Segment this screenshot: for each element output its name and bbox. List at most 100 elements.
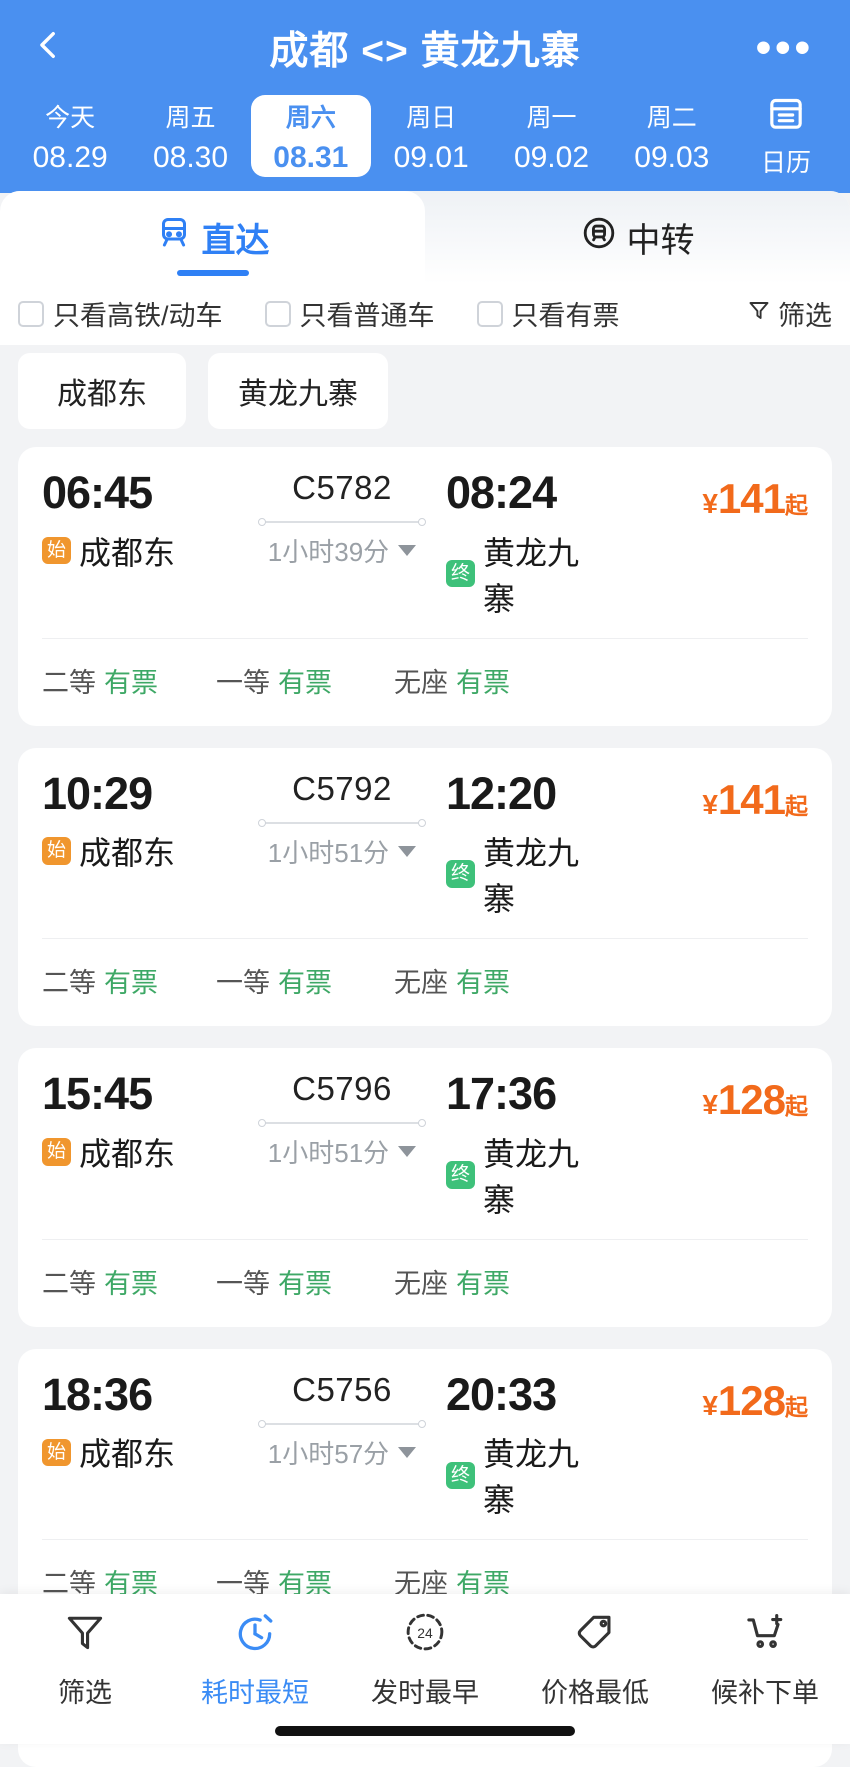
train-card[interactable]: 10:29 始 成都东 C5792 1小时51分 12:20 终 黄龙九寨 bbox=[18, 748, 832, 1027]
filter-button-label: 筛选 bbox=[778, 294, 832, 333]
date-item-0[interactable]: 今天 08.29 bbox=[10, 95, 130, 177]
date-number: 08.31 bbox=[273, 141, 348, 175]
seat-type: 二等 bbox=[42, 668, 96, 698]
seat-status: 有票 bbox=[456, 968, 510, 998]
seat-second-class[interactable]: 二等有票 bbox=[42, 661, 216, 700]
checkbox-box[interactable] bbox=[265, 301, 291, 327]
duration-label: 1小时39分 bbox=[268, 532, 389, 569]
date-item-3[interactable]: 周日 09.01 bbox=[371, 95, 491, 177]
tab-transfer[interactable]: 中转 bbox=[425, 191, 850, 284]
bottom-item-lowest-price[interactable]: 价格最低 bbox=[510, 1610, 680, 1710]
seat-second-class[interactable]: 二等有票 bbox=[42, 961, 216, 1000]
seat-standing[interactable]: 无座有票 bbox=[394, 1262, 510, 1301]
duration-toggle[interactable]: 1小时51分 bbox=[268, 1133, 416, 1170]
departure-time: 06:45 bbox=[42, 469, 238, 518]
price-tag-icon bbox=[573, 1610, 617, 1661]
back-button[interactable] bbox=[14, 13, 84, 83]
seat-status: 有票 bbox=[278, 1269, 332, 1299]
train-card[interactable]: 18:36 始 成都东 C5756 1小时57分 20:33 终 黄龙九寨 bbox=[18, 1349, 832, 1628]
train-card-summary: 15:45 始 成都东 C5796 1小时51分 17:36 终 黄龙九寨 bbox=[42, 1070, 808, 1221]
arrival-station-line: 终 黄龙九寨 bbox=[446, 828, 608, 920]
arrival-time: 17:36 bbox=[446, 1070, 608, 1119]
date-item-2-selected[interactable]: 周六 08.31 bbox=[251, 95, 371, 177]
chevron-down-icon bbox=[398, 846, 416, 857]
price-amount: 141 bbox=[718, 776, 785, 823]
bottom-item-earliest-departure[interactable]: 24 发时最早 bbox=[340, 1610, 510, 1710]
bottom-item-label: 发时最早 bbox=[371, 1671, 479, 1710]
station-chip-departure[interactable]: 成都东 bbox=[18, 353, 186, 429]
checkbox-box[interactable] bbox=[18, 301, 44, 327]
bottom-item-filter[interactable]: 筛选 bbox=[0, 1610, 170, 1710]
train-card[interactable]: 06:45 始 成都东 C5782 1小时39分 08:24 终 黄龙九寨 bbox=[18, 447, 832, 726]
train-number: C5792 bbox=[292, 770, 392, 808]
arrival-station-line: 终 黄龙九寨 bbox=[446, 1429, 608, 1521]
price-block: ¥141起 bbox=[608, 770, 808, 824]
bottom-item-shortest-duration[interactable]: 耗时最短 bbox=[170, 1610, 340, 1710]
departure-station-line: 始 成都东 bbox=[42, 828, 238, 874]
arrival-station: 黄龙九寨 bbox=[483, 828, 608, 920]
seat-first-class[interactable]: 一等有票 bbox=[216, 661, 394, 700]
seat-type: 二等 bbox=[42, 1269, 96, 1299]
departure-station-line: 始 成都东 bbox=[42, 1129, 238, 1175]
departure-station-line: 始 成都东 bbox=[42, 1429, 238, 1475]
seat-first-class[interactable]: 一等有票 bbox=[216, 1262, 394, 1301]
train-card[interactable]: 15:45 始 成都东 C5796 1小时51分 17:36 终 黄龙九寨 bbox=[18, 1048, 832, 1327]
date-weekday: 周六 bbox=[286, 98, 336, 134]
seat-standing[interactable]: 无座有票 bbox=[394, 661, 510, 700]
station-chip-row: 成都东 黄龙九寨 bbox=[0, 345, 850, 447]
bottom-item-waitlist-order[interactable]: 候补下单 bbox=[680, 1610, 850, 1710]
train-card-summary: 10:29 始 成都东 C5792 1小时51分 12:20 终 黄龙九寨 bbox=[42, 770, 808, 921]
seat-status: 有票 bbox=[104, 1269, 158, 1299]
tab-direct[interactable]: 直达 bbox=[0, 191, 425, 284]
date-weekday: 今天 bbox=[45, 98, 95, 134]
calendar-button[interactable]: 日历 bbox=[732, 95, 840, 177]
seat-second-class[interactable]: 二等有票 bbox=[42, 1262, 216, 1301]
bottom-item-label: 耗时最短 bbox=[201, 1671, 309, 1710]
arrival-block: 12:20 终 黄龙九寨 bbox=[446, 770, 608, 921]
station-chip-arrival[interactable]: 黄龙九寨 bbox=[208, 353, 388, 429]
train-number: C5756 bbox=[292, 1371, 392, 1409]
filter-button[interactable]: 筛选 bbox=[747, 294, 832, 333]
departure-block: 10:29 始 成都东 bbox=[42, 770, 238, 875]
arrival-station: 黄龙九寨 bbox=[483, 1129, 608, 1221]
filter-checkbox-row: 只看高铁/动车 只看普通车 只看有票 筛选 bbox=[0, 284, 850, 345]
date-item-1[interactable]: 周五 08.30 bbox=[130, 95, 250, 177]
seat-first-class[interactable]: 一等有票 bbox=[216, 961, 394, 1000]
start-badge: 始 bbox=[42, 837, 71, 865]
train-middle-block: C5796 1小时51分 bbox=[238, 1070, 446, 1170]
seat-standing[interactable]: 无座有票 bbox=[394, 961, 510, 1000]
train-middle-block: C5782 1小时39分 bbox=[238, 469, 446, 569]
content-panel: 直达 中转 只看高铁/动车 只看普通车 只 bbox=[0, 191, 850, 345]
duration-bar bbox=[258, 1117, 426, 1129]
train-middle-block: C5756 1小时57分 bbox=[238, 1371, 446, 1471]
checkbox-has-tickets-only[interactable]: 只看有票 bbox=[477, 294, 620, 333]
checkbox-normal-train-only[interactable]: 只看普通车 bbox=[265, 294, 435, 333]
nav-bar: 成都 <> 黄龙九寨 ••• bbox=[0, 0, 850, 95]
calendar-icon bbox=[766, 93, 806, 143]
duration-toggle[interactable]: 1小时39分 bbox=[268, 532, 416, 569]
price-block: ¥141起 bbox=[608, 469, 808, 523]
more-options-button[interactable]: ••• bbox=[756, 38, 814, 58]
seat-status: 有票 bbox=[456, 1269, 510, 1299]
departure-block: 18:36 始 成都东 bbox=[42, 1371, 238, 1476]
duration-toggle[interactable]: 1小时57分 bbox=[268, 1434, 416, 1471]
checkbox-box[interactable] bbox=[477, 301, 503, 327]
chevron-down-icon bbox=[398, 545, 416, 556]
departure-station: 成都东 bbox=[79, 528, 175, 574]
departure-station: 成都东 bbox=[79, 1129, 175, 1175]
train-card-summary: 06:45 始 成都东 C5782 1小时39分 08:24 终 黄龙九寨 bbox=[42, 469, 808, 620]
departure-block: 06:45 始 成都东 bbox=[42, 469, 238, 574]
price-currency: ¥ bbox=[702, 1089, 718, 1120]
price-suffix: 起 bbox=[785, 492, 808, 518]
tab-transfer-label: 中转 bbox=[627, 213, 695, 262]
funnel-icon bbox=[63, 1610, 107, 1661]
home-indicator bbox=[275, 1726, 575, 1736]
checkbox-high-speed-only[interactable]: 只看高铁/动车 bbox=[18, 294, 223, 333]
start-badge: 始 bbox=[42, 1439, 71, 1467]
price-suffix: 起 bbox=[785, 1394, 808, 1420]
duration-label: 1小时57分 bbox=[268, 1434, 389, 1471]
duration-toggle[interactable]: 1小时51分 bbox=[268, 833, 416, 870]
start-badge: 始 bbox=[42, 537, 71, 565]
date-item-4[interactable]: 周一 09.02 bbox=[491, 95, 611, 177]
date-item-5[interactable]: 周二 09.03 bbox=[612, 95, 732, 177]
